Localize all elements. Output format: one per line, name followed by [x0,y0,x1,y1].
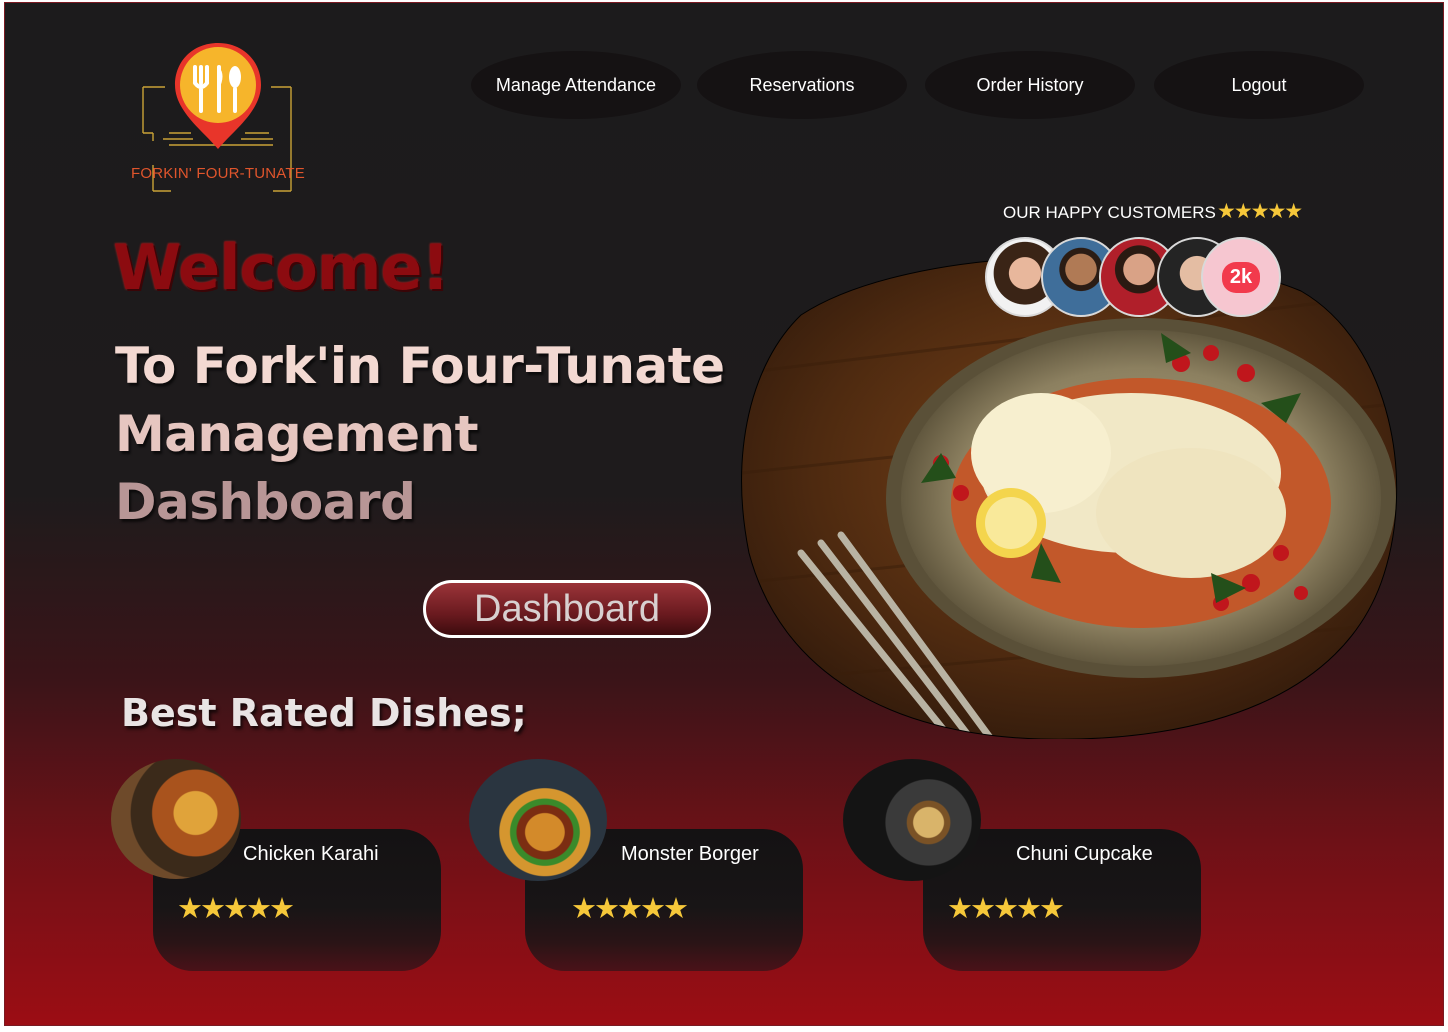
brand-name: FORKIN' FOUR-TUNATE [131,165,305,182]
customer-count-badge: 2k [1201,237,1281,317]
happy-customers-stars: ★★★★★ [1217,200,1303,223]
best-rated-title: Best Rated Dishes; [121,691,527,735]
customer-count-text: 2k [1221,261,1261,293]
brand-logo[interactable]: FORKIN' FOUR-TUNATE [123,41,313,196]
subtitle-line-1: To Fork'in Four-Tunate [115,337,725,395]
welcome-heading: Welcome! [113,231,450,304]
dish-name: Monster Borger [621,843,759,865]
dish-rating-stars: ★★★★★ [177,893,295,925]
chuni-cupcake-image [843,759,981,881]
chicken-karahi-image [111,759,241,879]
customer-avatars: 2k [985,237,1285,319]
dish-name: Chicken Karahi [243,843,379,865]
nav-reservations-button[interactable]: Reservations [697,51,907,119]
dish-name: Chuni Cupcake [1016,843,1153,865]
subtitle-line-2: Management [115,405,479,463]
happy-customers-label: OUR HAPPY CUSTOMERS [1003,203,1216,222]
subtitle-line-3: Dashboard [115,473,416,531]
hero-dish-image [741,256,1398,739]
nav-manage-attendance-button[interactable]: Manage Attendance [471,51,681,119]
nav-logout-button[interactable]: Logout [1154,51,1364,119]
dashboard-button[interactable]: Dashboard [423,580,711,638]
nav-order-history-button[interactable]: Order History [925,51,1135,119]
monster-borger-image [469,759,607,881]
dish-rating-stars: ★★★★★ [947,893,1065,925]
dish-rating-stars: ★★★★★ [571,893,689,925]
app-frame: FORKIN' FOUR-TUNATE Manage Attendance Re… [4,2,1444,1026]
